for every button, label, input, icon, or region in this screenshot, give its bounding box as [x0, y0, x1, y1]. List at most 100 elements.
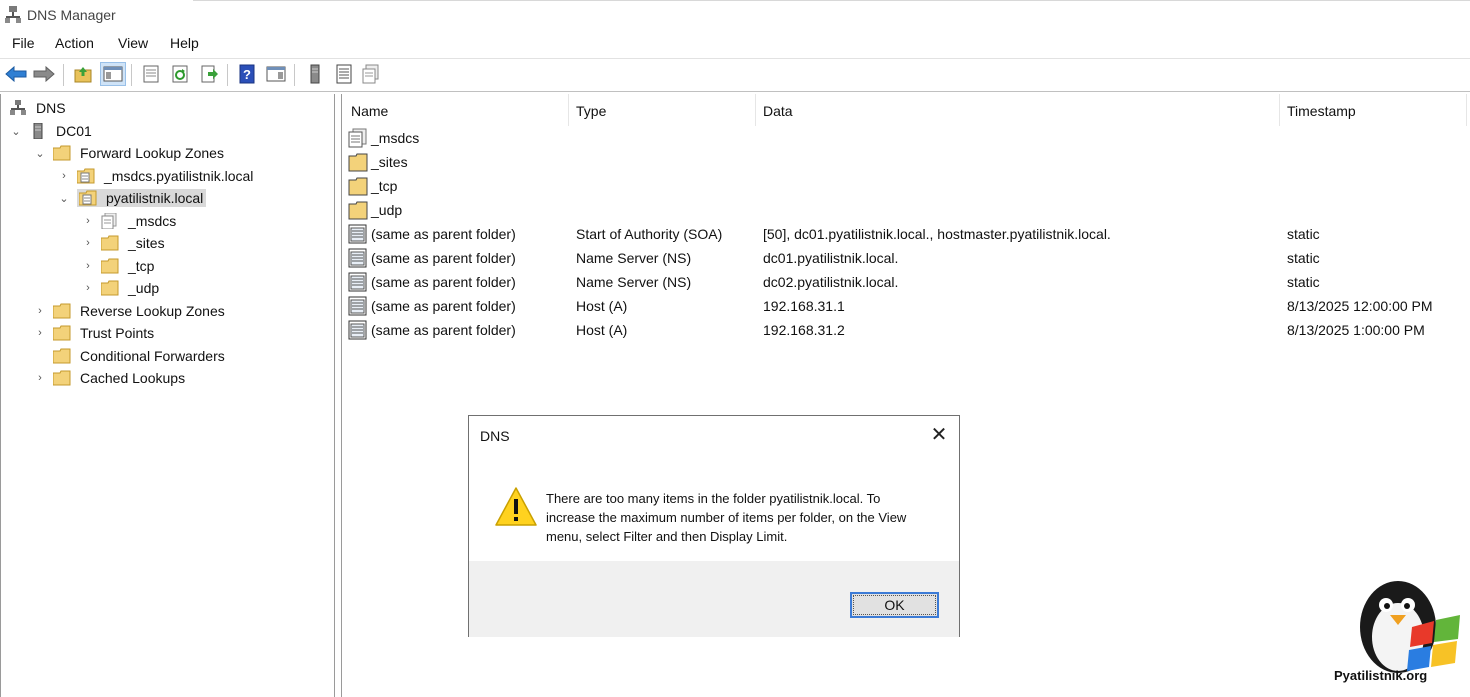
back-button[interactable]: [3, 62, 29, 86]
menu-help[interactable]: Help: [170, 35, 199, 51]
list-item[interactable]: _tcp: [347, 175, 1467, 197]
folder-icon: [53, 145, 71, 161]
column-header-name[interactable]: Name: [351, 103, 388, 119]
folder-icon: [53, 370, 71, 386]
list-item[interactable]: _udp: [347, 199, 1467, 221]
list-item[interactable]: _msdcs: [347, 127, 1467, 149]
forward-button[interactable]: [31, 62, 57, 86]
chevron-right-icon[interactable]: ›: [57, 170, 71, 182]
column-separator[interactable]: [1279, 94, 1280, 126]
server-button[interactable]: [302, 62, 328, 86]
up-folder-button[interactable]: [70, 62, 96, 86]
tree-item-dc01[interactable]: ⌄ DC01: [9, 120, 95, 142]
chevron-down-icon[interactable]: ⌄: [9, 125, 23, 138]
chevron-right-icon[interactable]: ›: [33, 305, 47, 317]
column-separator[interactable]: [1466, 94, 1467, 126]
list-item[interactable]: _sites: [347, 151, 1467, 173]
chevron-down-icon[interactable]: ⌄: [57, 192, 71, 205]
folder-icon: [53, 325, 71, 341]
list-item[interactable]: (same as parent folder) Start of Authori…: [347, 223, 1467, 245]
toolbar-divider: [0, 91, 1470, 92]
chevron-right-icon[interactable]: ›: [81, 282, 95, 294]
tree-item-dns[interactable]: DNS: [9, 97, 69, 119]
list-item[interactable]: (same as parent folder) Name Server (NS)…: [347, 271, 1467, 293]
list-item[interactable]: (same as parent folder) Host (A) 192.168…: [347, 295, 1467, 317]
tree-item-tcp[interactable]: › _tcp: [81, 255, 157, 277]
folder-icon: [348, 153, 368, 172]
cell-data: dc02.pyatilistnik.local.: [763, 274, 899, 290]
cell-timestamp: static: [1287, 274, 1320, 290]
column-separator[interactable]: [755, 94, 756, 126]
tree-item-sites[interactable]: › _sites: [81, 232, 168, 254]
properties-icon: [143, 65, 159, 83]
column-separator[interactable]: [568, 94, 569, 126]
folder-icon: [101, 235, 119, 251]
cell-timestamp: 8/13/2025 1:00:00 PM: [1287, 322, 1425, 338]
folder-icon: [53, 303, 71, 319]
svg-text:?: ?: [243, 67, 251, 82]
tree-label-trust-points: Trust Points: [80, 325, 155, 341]
dialog-title: DNS: [480, 428, 510, 444]
help-icon: ?: [239, 64, 255, 84]
window-title: DNS Manager: [27, 7, 116, 23]
chevron-right-icon[interactable]: ›: [81, 215, 95, 227]
dns-message-dialog: DNS ✕ There are too many items in the fo…: [468, 415, 960, 637]
cell-name: (same as parent folder): [371, 226, 516, 242]
cell-data: 192.168.31.2: [763, 322, 845, 338]
cell-type: Name Server (NS): [576, 250, 692, 266]
menu-view[interactable]: View: [118, 35, 148, 51]
cell-timestamp: static: [1287, 250, 1320, 266]
console-tree: DNS ⌄ DC01 ⌄ Forward Lookup Zones › _msd…: [0, 94, 335, 697]
tree-label-conditional-forwarders: Conditional Forwarders: [80, 348, 225, 364]
tree-item-pyatilistnik-local[interactable]: ⌄ pyatilistnik.local: [57, 187, 207, 209]
menu-bar: File Action View Help: [0, 32, 1470, 56]
cell-name: (same as parent folder): [371, 322, 516, 338]
list-item[interactable]: (same as parent folder) Name Server (NS)…: [347, 247, 1467, 269]
column-header-data[interactable]: Data: [763, 103, 793, 119]
export-list-button[interactable]: [196, 62, 222, 86]
record-icon: [348, 248, 367, 268]
tree-item-cached-lookups[interactable]: › Cached Lookups: [33, 367, 188, 389]
chevron-right-icon[interactable]: ›: [81, 260, 95, 272]
toolbar: ?: [0, 58, 1470, 91]
list-item[interactable]: (same as parent folder) Host (A) 192.168…: [347, 319, 1467, 341]
tree-item-msdcs-zone[interactable]: › _msdcs.pyatilistnik.local: [57, 165, 256, 187]
column-header-timestamp[interactable]: Timestamp: [1287, 103, 1356, 119]
help-button[interactable]: ?: [234, 62, 260, 86]
chevron-right-icon[interactable]: ›: [81, 237, 95, 249]
tree-label-dns: DNS: [36, 100, 66, 116]
cell-timestamp: 8/13/2025 12:00:00 PM: [1287, 298, 1433, 314]
tree-item-reverse-lookup-zones[interactable]: › Reverse Lookup Zones: [33, 300, 228, 322]
show-hide-tree-icon: [103, 66, 123, 82]
tree-item-conditional-forwarders[interactable]: Conditional Forwarders: [33, 345, 228, 367]
show-hide-tree-button[interactable]: [100, 62, 126, 86]
export-list-icon: [201, 65, 218, 83]
tree-item-forward-lookup-zones[interactable]: ⌄ Forward Lookup Zones: [33, 142, 227, 164]
zone-icon: [79, 190, 97, 206]
chevron-right-icon[interactable]: ›: [33, 372, 47, 384]
cell-name: _udp: [371, 202, 403, 218]
menu-file[interactable]: File: [12, 35, 35, 51]
copy-record-icon: [362, 64, 379, 84]
tree-item-udp[interactable]: › _udp: [81, 277, 162, 299]
folder-icon: [348, 201, 368, 220]
chevron-right-icon[interactable]: ›: [33, 327, 47, 339]
tree-label-msdcs-zone: _msdcs.pyatilistnik.local: [104, 168, 254, 184]
refresh-button[interactable]: [167, 62, 193, 86]
tree-label-dc01: DC01: [56, 123, 92, 139]
show-hide-action-pane-button[interactable]: [263, 62, 289, 86]
ok-button[interactable]: OK: [850, 592, 939, 618]
zone-icon: [77, 168, 95, 184]
tree-label-cached-lookups: Cached Lookups: [80, 370, 186, 386]
record-button[interactable]: [331, 62, 357, 86]
properties-button[interactable]: [138, 62, 164, 86]
copy-record-button[interactable]: [358, 62, 384, 86]
column-header-type[interactable]: Type: [576, 103, 606, 119]
tree-label-forward-lookup-zones: Forward Lookup Zones: [80, 145, 224, 161]
menu-action[interactable]: Action: [55, 35, 94, 51]
tree-item-trust-points[interactable]: › Trust Points: [33, 322, 157, 344]
tree-item-msdcs[interactable]: › _msdcs: [81, 210, 179, 232]
chevron-down-icon[interactable]: ⌄: [33, 147, 47, 160]
close-icon[interactable]: ✕: [927, 424, 951, 448]
cell-name: (same as parent folder): [371, 274, 516, 290]
